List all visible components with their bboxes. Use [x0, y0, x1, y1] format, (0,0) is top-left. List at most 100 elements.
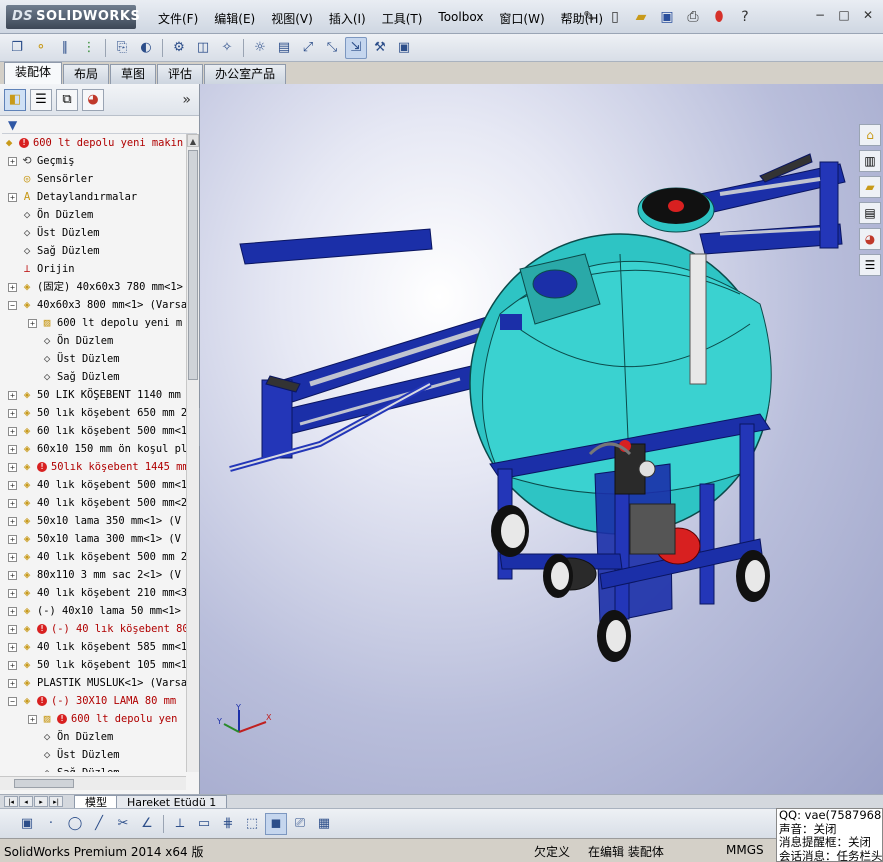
tree-item[interactable]: + ◈ 80x110 3 mm sac 2<1> (V — [0, 566, 186, 584]
hide-show-icon[interactable]: ◌ — [532, 84, 552, 88]
tree-item[interactable]: + ◈ (固定) 40x60x3 780 mm<1> — [0, 278, 186, 296]
split-view-icon[interactable]: ◫ — [753, 84, 771, 86]
section-view-icon[interactable]: ◨ — [460, 84, 480, 88]
menu-window[interactable]: 窗口(W) — [491, 8, 552, 29]
tree-item[interactable]: + ⟲ Geçmiş — [0, 152, 186, 170]
instant3d-icon[interactable]: ⇲ — [345, 36, 367, 59]
tree-item[interactable]: + A Detaylandırmalar — [0, 188, 186, 206]
next-tab-icon[interactable]: ▸ — [34, 796, 48, 807]
angle-icon[interactable]: ∠ — [136, 813, 158, 835]
configuration-manager-tab-icon[interactable]: ⧉ — [56, 88, 78, 111]
tree-item[interactable]: ◇ Ön Düzlem — [0, 728, 186, 746]
exploded-view-icon[interactable]: ▤ — [273, 37, 295, 59]
tree-item[interactable]: ◇ Sağ Düzlem — [0, 368, 186, 386]
view-orientation-icon[interactable]: ⬚ — [484, 84, 504, 88]
table-icon[interactable]: ▦ — [313, 813, 335, 835]
view-settings-icon[interactable]: ▦ — [604, 84, 624, 88]
help-icon[interactable]: ? — [734, 6, 756, 28]
menu-view[interactable]: 视图(V) — [263, 8, 321, 29]
point-icon[interactable]: · — [40, 813, 62, 835]
appearance-scenes-icon[interactable]: ◕ — [859, 228, 881, 250]
collapse-icon[interactable]: − — [8, 697, 17, 706]
circle-icon[interactable]: ◯ — [64, 813, 86, 835]
insert-component-icon[interactable]: ❐ — [6, 37, 28, 59]
expand-icon[interactable]: + — [8, 625, 17, 634]
scroll-thumb[interactable] — [188, 150, 198, 380]
camera-icon[interactable]: ⎚ — [289, 813, 311, 835]
tree-item[interactable]: + ◈ 50 lık köşebent 650 mm 2 — [0, 404, 186, 422]
expand-icon[interactable]: + — [8, 157, 17, 166]
expand-icon[interactable]: + — [8, 607, 17, 616]
tree-item[interactable]: ◇ Sağ Düzlem — [0, 242, 186, 260]
tree-item[interactable]: + ◈! 50lık köşebent 1445 mm — [0, 458, 186, 476]
minimize-button[interactable]: − — [811, 7, 829, 23]
expand-icon[interactable]: + — [8, 679, 17, 688]
solidworks-logo[interactable]: DS SOLIDWORKS — [6, 5, 140, 29]
display-style-icon[interactable]: ◩ — [508, 84, 528, 88]
expand-icon[interactable]: + — [8, 553, 17, 562]
expand-icon[interactable]: + — [28, 319, 37, 328]
expand-icon[interactable]: + — [8, 391, 17, 400]
maximize-button[interactable]: □ — [831, 84, 849, 86]
appearance-icon[interactable]: ◉ — [556, 84, 576, 88]
tree-item[interactable]: + ◈ 40 lık köşebent 500 mm 2 — [0, 548, 186, 566]
tree-item[interactable]: + ◈ (-) 40x10 lama 50 mm<1> — [0, 602, 186, 620]
shaded-view-icon[interactable]: ◼ — [265, 812, 287, 835]
last-tab-icon[interactable]: ▸| — [49, 796, 63, 807]
expand-icon[interactable]: + — [8, 643, 17, 652]
move-component-icon[interactable]: ⎘ — [111, 37, 133, 59]
tree-item[interactable]: ◇ Üst Düzlem — [0, 746, 186, 764]
rebuild-icon[interactable]: ⬮ — [708, 6, 730, 28]
tree-item[interactable]: ⊥ Orijin — [0, 260, 186, 278]
expand-icon[interactable]: + — [8, 661, 17, 670]
expand-icon[interactable]: + — [8, 499, 17, 508]
line-icon[interactable]: ╱ — [88, 813, 110, 835]
expand-icon[interactable]: + — [8, 517, 17, 526]
home-icon[interactable]: ⌂ — [859, 124, 881, 146]
chevron-right-icon[interactable]: » — [182, 92, 191, 108]
file-explorer-icon[interactable]: ▰ — [859, 176, 881, 198]
property-manager-tab-icon[interactable]: ☰ — [30, 88, 52, 111]
expand-icon[interactable]: + — [8, 481, 17, 490]
tab-evaluate[interactable]: 评估 — [157, 64, 204, 84]
tree-item[interactable]: + ◈ 40 lık köşebent 210 mm<3 — [0, 584, 186, 602]
tree-item[interactable]: + ◈! (-) 40 lık köşebent 80 — [0, 620, 186, 638]
expand-icon[interactable]: + — [8, 445, 17, 454]
expand-icon[interactable]: + — [28, 715, 37, 724]
tree-item[interactable]: + ◈ 40 lık köşebent 585 mm<1 — [0, 638, 186, 656]
mate-icon[interactable]: ⚬ — [30, 37, 52, 59]
menu-insert[interactable]: 插入(I) — [321, 8, 374, 29]
first-tab-icon[interactable]: |◂ — [4, 796, 18, 807]
tree-item[interactable]: + ◈ 60 lık köşebent 500 mm<1 — [0, 422, 186, 440]
tab-motion-study[interactable]: Hareket Etüdü 1 — [116, 795, 228, 809]
tree-item[interactable]: − ◈ 40x60x3 800 mm<1> (Varsa — [0, 296, 186, 314]
tree-horizontal-scrollbar[interactable] — [0, 776, 186, 790]
minimize-button[interactable]: − — [805, 84, 823, 86]
menu-edit[interactable]: 编辑(E) — [206, 8, 263, 29]
pattern-icon[interactable]: ∥ — [54, 37, 76, 59]
prev-tab-icon[interactable]: ◂ — [19, 796, 33, 807]
feature-manager-tab-icon[interactable]: ◧ — [4, 88, 26, 111]
tab-model[interactable]: 模型 — [74, 795, 118, 809]
tree-item[interactable]: ◇ Üst Düzlem — [0, 350, 186, 368]
menu-toolbox[interactable]: Toolbox — [430, 8, 491, 29]
tree-item[interactable]: + ◈ 40 lık köşebent 500 mm<2 — [0, 494, 186, 512]
tree-item[interactable]: + ◈ 50 LIK KÖŞEBENT 1140 mm — [0, 386, 186, 404]
tree-item[interactable]: + ◈ 50 lık köşebent 105 mm<1 — [0, 656, 186, 674]
display-manager-tab-icon[interactable]: ◕ — [82, 88, 104, 111]
tab-office-products[interactable]: 办公室产品 — [204, 64, 287, 84]
tree-vertical-scrollbar[interactable]: ▲ — [186, 134, 199, 772]
smart-dimension-icon[interactable]: ⟂ — [169, 813, 191, 835]
scroll-thumb[interactable] — [14, 779, 74, 788]
tree-item[interactable]: + ◈ 50x10 lama 350 mm<1> (V — [0, 512, 186, 530]
tree-filter-row[interactable]: ▼ — [2, 116, 197, 134]
show-hidden-icon[interactable]: ◐ — [135, 37, 157, 59]
tree-item[interactable]: + ▨ 600 lt depolu yeni m — [0, 314, 186, 332]
rectangle-icon[interactable]: ▭ — [193, 813, 215, 835]
save-icon[interactable]: ▣ — [16, 813, 38, 835]
tree-item[interactable]: ◇ Üst Düzlem — [0, 224, 186, 242]
expand-icon[interactable]: + — [8, 409, 17, 418]
reference-geometry-icon[interactable]: ◫ — [192, 37, 214, 59]
collapse-icon[interactable]: − — [8, 301, 17, 310]
previous-view-icon[interactable]: ↶ — [436, 84, 456, 88]
